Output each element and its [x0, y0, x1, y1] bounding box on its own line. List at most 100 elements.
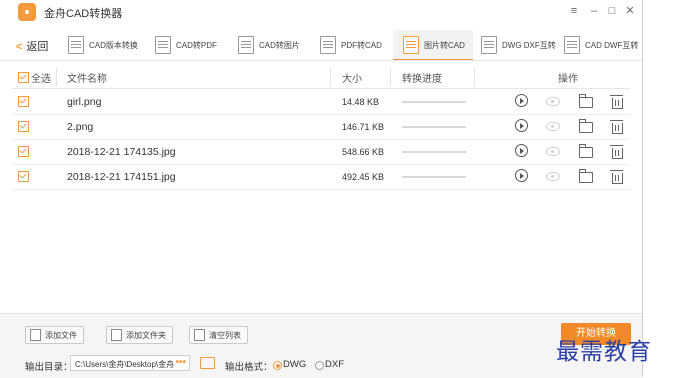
- column-header-file-name: 文件名称: [67, 74, 107, 85]
- tab-label: 图片转CAD: [424, 40, 465, 50]
- app-window: 金舟CAD转换器 ≡ – □ ✕ < 返回 CAD版本转换 CAD转PDF CAD…: [0, 0, 643, 378]
- tab-label: CAD转图片: [259, 40, 300, 50]
- column-header-size: 大小: [342, 74, 362, 85]
- format-option-dxf[interactable]: DXF: [325, 359, 344, 370]
- column-header-actions: 操作: [558, 74, 578, 85]
- pdf-file-icon: [155, 36, 171, 54]
- format-radio-dxf[interactable]: [315, 361, 324, 370]
- minimize-icon[interactable]: –: [586, 3, 602, 19]
- table-row: girl.png 14.48 KB: [12, 89, 630, 115]
- dwf-file-icon: [564, 36, 580, 54]
- app-title: 金舟CAD转换器: [44, 8, 123, 20]
- tab-cad-to-image[interactable]: CAD转图片: [238, 30, 300, 60]
- delete-trash-icon[interactable]: [610, 120, 623, 134]
- output-dir-value: C:\Users\金舟\Desktop\金舟: [75, 360, 175, 369]
- output-dir-input[interactable]: C:\Users\金舟\Desktop\金舟 •••: [70, 355, 190, 371]
- add-folder-button[interactable]: 添加文件夹: [106, 326, 173, 344]
- conversion-progress-bar: [402, 176, 466, 178]
- pdf-file-icon: [320, 36, 336, 54]
- select-all-checkbox[interactable]: [18, 72, 29, 83]
- tab-cad-version-convert[interactable]: CAD版本转换: [68, 30, 138, 60]
- add-file-icon: [30, 329, 41, 341]
- format-radio-dwg[interactable]: [273, 361, 282, 370]
- bottom-panel: 添加文件 添加文件夹 清空列表 开始转换 输出目录： C:\Users\金舟\D…: [0, 313, 642, 378]
- tab-label: CAD转PDF: [176, 40, 217, 50]
- conversion-progress-bar: [402, 101, 466, 103]
- row-checkbox[interactable]: [18, 96, 29, 107]
- output-format-label: 输出格式：: [225, 362, 273, 373]
- file-size: 146.71 KB: [342, 122, 385, 132]
- file-name: 2018-12-21 174135.jpg: [67, 146, 176, 158]
- back-button[interactable]: < 返回: [16, 38, 48, 54]
- preview-eye-icon[interactable]: [546, 97, 560, 106]
- tab-dwg-dxf-convert[interactable]: DWG DXF互转: [481, 30, 556, 60]
- play-icon[interactable]: [515, 144, 528, 157]
- open-output-folder-icon[interactable]: [200, 357, 215, 369]
- table-row: 2018-12-21 174135.jpg 548.66 KB: [12, 139, 630, 165]
- preview-eye-icon[interactable]: [546, 147, 560, 156]
- add-folder-label: 添加文件夹: [126, 330, 166, 340]
- play-icon[interactable]: [515, 94, 528, 107]
- image-file-icon: [238, 36, 254, 54]
- column-header-progress: 转换进度: [402, 74, 442, 85]
- trash-icon: [194, 329, 205, 341]
- row-checkbox[interactable]: [18, 146, 29, 157]
- play-icon[interactable]: [515, 169, 528, 182]
- row-checkbox[interactable]: [18, 171, 29, 182]
- select-all-label[interactable]: 全选: [31, 70, 51, 85]
- tab-label: PDF转CAD: [341, 40, 382, 50]
- dwg-file-icon: [481, 36, 497, 54]
- row-checkbox[interactable]: [18, 121, 29, 132]
- clear-list-label: 清空列表: [209, 330, 241, 340]
- browse-dots-button[interactable]: •••: [175, 357, 186, 368]
- clear-list-button[interactable]: 清空列表: [189, 326, 248, 344]
- active-tab-indicator: [393, 59, 473, 60]
- tab-pdf-to-cad[interactable]: PDF转CAD: [320, 30, 382, 60]
- output-dir-label: 输出目录：: [25, 362, 73, 373]
- column-divider: [330, 68, 331, 86]
- conversion-progress-bar: [402, 151, 466, 153]
- maximize-icon[interactable]: □: [604, 3, 620, 19]
- title-bar: 金舟CAD转换器 ≡ – □ ✕: [0, 0, 642, 24]
- cad-file-icon: [68, 36, 84, 54]
- open-folder-icon[interactable]: [579, 94, 593, 108]
- open-folder-icon[interactable]: [579, 169, 593, 183]
- table-row: 2.png 146.71 KB: [12, 114, 630, 140]
- conversion-tab-bar: < 返回 CAD版本转换 CAD转PDF CAD转图片 PDF转CAD 图片转CA…: [0, 30, 642, 61]
- delete-trash-icon[interactable]: [610, 145, 623, 159]
- add-file-label: 添加文件: [45, 330, 77, 340]
- close-icon[interactable]: ✕: [622, 3, 638, 19]
- conversion-progress-bar: [402, 126, 466, 128]
- file-name: 2.png: [67, 121, 94, 133]
- app-logo-icon: [18, 3, 36, 21]
- file-size: 492.45 KB: [342, 172, 385, 182]
- back-label: 返回: [26, 41, 49, 53]
- tab-cad-dwf-convert[interactable]: CAD DWF互转: [564, 30, 638, 60]
- preview-eye-icon[interactable]: [546, 172, 560, 181]
- image-file-icon: [403, 36, 419, 54]
- add-file-button[interactable]: 添加文件: [25, 326, 84, 344]
- tab-label: DWG DXF互转: [502, 40, 556, 50]
- open-folder-icon[interactable]: [579, 144, 593, 158]
- menu-icon[interactable]: ≡: [566, 3, 582, 19]
- tab-label: CAD DWF互转: [585, 40, 639, 50]
- preview-eye-icon[interactable]: [546, 122, 560, 131]
- watermark-text: 最需教育: [556, 339, 652, 365]
- file-size: 14.48 KB: [342, 97, 380, 107]
- file-table-header: 全选 文件名称 大小 转换进度 操作: [12, 66, 630, 89]
- tab-cad-to-pdf[interactable]: CAD转PDF: [155, 30, 217, 60]
- column-divider: [56, 68, 57, 86]
- format-option-dwg[interactable]: DWG: [283, 359, 306, 370]
- column-divider: [390, 68, 391, 86]
- tab-image-to-cad[interactable]: 图片转CAD: [393, 30, 473, 60]
- file-name: girl.png: [67, 96, 102, 108]
- chevron-left-icon: <: [16, 41, 23, 53]
- open-folder-icon[interactable]: [579, 119, 593, 133]
- tab-label: CAD版本转换: [89, 40, 138, 50]
- file-name: 2018-12-21 174151.jpg: [67, 171, 176, 183]
- add-folder-icon: [111, 329, 122, 341]
- table-row: 2018-12-21 174151.jpg 492.45 KB: [12, 164, 630, 190]
- delete-trash-icon[interactable]: [610, 95, 623, 109]
- delete-trash-icon[interactable]: [610, 170, 623, 184]
- play-icon[interactable]: [515, 119, 528, 132]
